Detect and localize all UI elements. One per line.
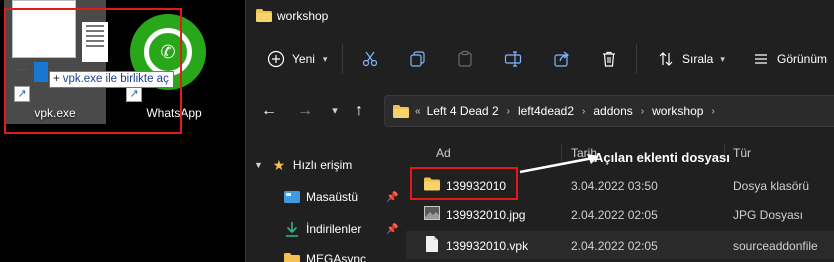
trash-icon: [599, 49, 619, 69]
file-icon: [426, 236, 438, 252]
sort-button-label: Sırala: [682, 52, 714, 66]
sidebar-item-label: Hızlı erişim: [292, 158, 353, 172]
breadcrumb-overflow[interactable]: «: [415, 106, 421, 117]
paste-button[interactable]: [455, 46, 475, 72]
view-button[interactable]: Görünüm ▾: [751, 46, 834, 72]
breadcrumb-item[interactable]: Left 4 Dead 2: [427, 104, 499, 118]
folder-icon: [393, 104, 409, 118]
file-date: 2.04.2022 02:05: [571, 239, 658, 253]
annotation-label: Açılan eklenti dosyası: [594, 150, 730, 165]
separator: [342, 44, 343, 74]
navigation-bar: ← → ▾ ↑ « Left 4 Dead 2 › left4dead2 › a…: [246, 92, 834, 132]
chevron-right-icon[interactable]: ›: [641, 106, 644, 117]
share-icon: [552, 49, 572, 69]
chevron-right-icon[interactable]: ›: [582, 106, 585, 117]
file-date: 2.04.2022 02:05: [571, 208, 658, 222]
breadcrumb-item[interactable]: workshop: [652, 104, 703, 118]
file-type: sourceaddonfile: [733, 239, 818, 253]
chevron-down-icon: ▾: [322, 53, 328, 64]
highlight-box-desktop: [4, 8, 182, 134]
breadcrumb-item[interactable]: addons: [593, 104, 632, 118]
scissors-icon: [360, 49, 380, 69]
file-name: 139932010.jpg: [446, 208, 526, 222]
copy-icon: [408, 49, 428, 69]
view-list-icon: [751, 49, 771, 69]
download-icon: [284, 221, 300, 237]
star-icon: ★: [272, 156, 286, 173]
pin-icon[interactable]: 📌: [386, 192, 398, 203]
new-button-label: Yeni: [292, 52, 315, 66]
desktop-folder-icon: [284, 189, 300, 205]
cut-button[interactable]: [360, 46, 380, 72]
chevron-down-icon[interactable]: ▼: [254, 160, 263, 170]
breadcrumb-item[interactable]: left4dead2: [518, 104, 574, 118]
view-button-label: Görünüm: [777, 52, 828, 66]
file-date: 3.04.2022 03:50: [571, 179, 658, 193]
sidebar-item-label: İndirilenler: [306, 222, 362, 236]
rename-button[interactable]: [503, 46, 523, 72]
copy-button[interactable]: [408, 46, 428, 72]
file-type: JPG Dosyası: [733, 208, 804, 222]
forward-arrow-icon[interactable]: →: [296, 102, 314, 120]
column-header-type[interactable]: Tür: [733, 146, 751, 160]
separator: [636, 44, 637, 74]
chevron-right-icon[interactable]: ›: [507, 106, 510, 117]
recent-locations-chevron-icon[interactable]: ▾: [326, 102, 344, 120]
sidebar-item-megasync[interactable]: MEGAsync: [246, 248, 406, 262]
window-title: workshop: [277, 9, 329, 23]
annotation-arrow: [519, 154, 599, 174]
folder-icon: [256, 9, 272, 22]
file-row[interactable]: 139932010.vpk 2.04.2022 02:05 sourceaddo…: [406, 231, 834, 259]
column-header-name[interactable]: Ad: [436, 146, 451, 160]
sidebar-item-desktop[interactable]: Masaüstü 📌: [246, 186, 406, 208]
chevron-down-icon: ▾: [720, 53, 725, 64]
folder-icon: [284, 251, 300, 262]
plus-circle-icon: [266, 49, 286, 69]
sidebar-item-downloads[interactable]: İndirilenler 📌: [246, 218, 406, 240]
file-name: 139932010.vpk: [446, 239, 529, 253]
pin-icon[interactable]: 📌: [386, 224, 398, 235]
clipboard-icon: [455, 49, 475, 69]
sidebar-item-quick-access[interactable]: ▼ ★ Hızlı erişim: [246, 154, 406, 176]
share-button[interactable]: [552, 46, 572, 72]
title-bar: workshop: [246, 0, 834, 32]
file-row[interactable]: 139932010.jpg 2.04.2022 02:05 JPG Dosyas…: [406, 200, 834, 228]
command-bar: Yeni ▾ Sırala ▾ Görünüm: [246, 34, 834, 82]
sidebar-item-label: MEGAsync: [306, 252, 367, 262]
address-bar[interactable]: « Left 4 Dead 2 › left4dead2 › addons › …: [384, 95, 834, 127]
sort-icon: [656, 49, 676, 69]
sort-button[interactable]: Sırala ▾: [656, 46, 725, 72]
up-arrow-icon[interactable]: ↑: [350, 102, 368, 120]
rename-icon: [503, 49, 523, 69]
file-type: Dosya klasörü: [733, 179, 810, 193]
back-arrow-icon[interactable]: ←: [260, 102, 278, 120]
image-file-icon: [424, 206, 440, 220]
chevron-right-icon[interactable]: ›: [711, 106, 714, 117]
highlight-box-file: [410, 167, 518, 200]
sidebar-item-label: Masaüstü: [306, 190, 359, 204]
delete-button[interactable]: [599, 46, 619, 72]
navigation-pane: ▼ ★ Hızlı erişim Masaüstü 📌 İndirilenler…: [246, 145, 406, 262]
file-explorer-window: workshop Yeni ▾ Sırala ▾ Görünüm ← → ▾ ↑…: [245, 0, 834, 262]
new-button[interactable]: Yeni ▾: [266, 46, 327, 72]
